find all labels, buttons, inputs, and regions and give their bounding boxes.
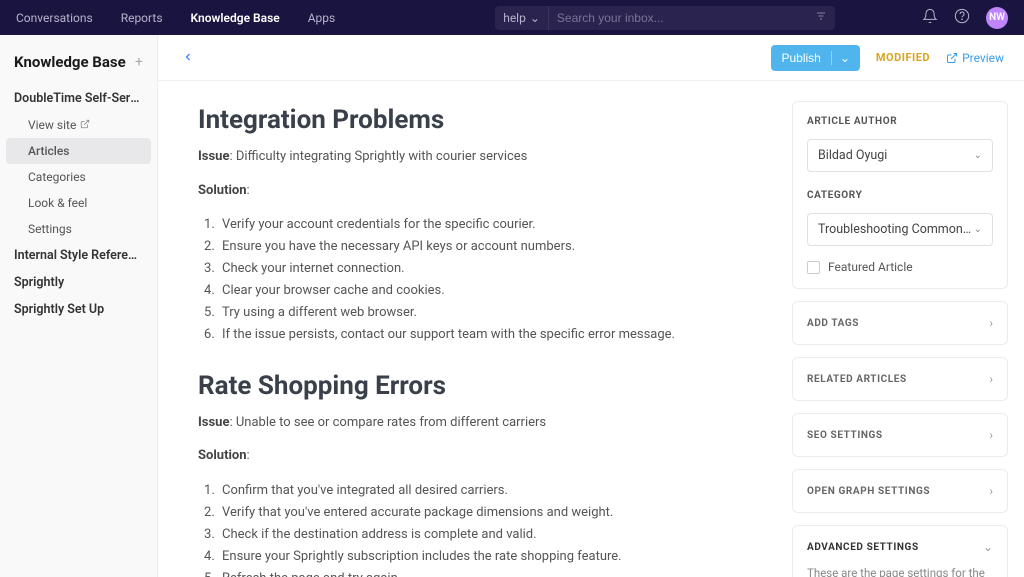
category-label: CATEGORY	[807, 190, 993, 201]
step: Verify that you've entered accurate pack…	[218, 502, 736, 524]
author-select[interactable]: Bildad Oyugi ⌄	[807, 139, 993, 172]
advanced-settings-card: ADVANCED SETTINGS ⌄ These are the page s…	[792, 525, 1008, 577]
author-value: Bildad Oyugi	[818, 148, 887, 163]
external-link-icon	[80, 119, 90, 132]
issue-line: Issue: Unable to see or compare rates fr…	[198, 413, 736, 433]
sidebar-item-sprightly-setup[interactable]: Sprightly Set Up	[0, 296, 157, 323]
chevron-down-icon: ⌄	[831, 51, 850, 65]
nav-reports[interactable]: Reports	[121, 11, 163, 25]
nav-apps[interactable]: Apps	[308, 11, 336, 25]
advanced-label: ADVANCED SETTINGS	[807, 542, 919, 553]
collapse-label: SEO SETTINGS	[807, 430, 883, 441]
collapse-related-articles[interactable]: RELATED ARTICLES ›	[792, 357, 1008, 401]
chevron-down-icon: ⌄	[974, 224, 982, 235]
featured-label: Featured Article	[828, 260, 913, 274]
chevron-down-icon: ⌄	[974, 150, 982, 161]
avatar[interactable]: NW	[986, 7, 1008, 29]
right-panel: ARTICLE AUTHOR Bildad Oyugi ⌄ CATEGORY T…	[776, 81, 1024, 577]
solution-line: Solution:	[198, 446, 736, 466]
sidebar-item-doubletime[interactable]: DoubleTime Self-Serve	[0, 85, 157, 112]
sidebar-item-sprightly[interactable]: Sprightly	[0, 269, 157, 296]
sidebar-item-internal-style[interactable]: Internal Style Reference ...	[0, 242, 157, 269]
author-card: ARTICLE AUTHOR Bildad Oyugi ⌄ CATEGORY T…	[792, 101, 1008, 289]
sidebar-sub-label: View site	[28, 118, 76, 132]
step: Ensure you have the necessary API keys o…	[218, 236, 736, 258]
search-container: help ⌄	[495, 6, 835, 30]
author-label: ARTICLE AUTHOR	[807, 116, 993, 127]
filter-icon[interactable]	[807, 10, 835, 25]
publish-button[interactable]: Publish ⌄	[771, 45, 859, 71]
step: Confirm that you've integrated all desir…	[218, 480, 736, 502]
preview-label: Preview	[962, 51, 1004, 65]
category-value: Troubleshooting Common Problems	[818, 222, 974, 237]
step: Try using a different web browser.	[218, 302, 736, 324]
step: Clear your browser cache and cookies.	[218, 280, 736, 302]
sidebar-sub-categories[interactable]: Categories	[0, 164, 157, 190]
step: Check your internet connection.	[218, 258, 736, 280]
article-editor[interactable]: Integration Problems Issue: Difficulty i…	[158, 81, 776, 577]
nav-conversations[interactable]: Conversations	[16, 11, 93, 25]
step: Refresh the page and try again.	[218, 568, 736, 577]
step: Check if the destination address is comp…	[218, 524, 736, 546]
sidebar-sub-settings[interactable]: Settings	[0, 216, 157, 242]
collapse-label: OPEN GRAPH SETTINGS	[807, 486, 930, 497]
chevron-right-icon: ›	[989, 316, 993, 330]
preview-link[interactable]: Preview	[946, 51, 1004, 65]
collapse-label: RELATED ARTICLES	[807, 374, 907, 385]
advanced-header[interactable]: ADVANCED SETTINGS ⌄	[807, 540, 993, 554]
chevron-right-icon: ›	[989, 428, 993, 442]
help-icon[interactable]	[954, 8, 970, 27]
nav-right: NW	[922, 7, 1008, 29]
plus-icon[interactable]: +	[135, 54, 143, 70]
featured-checkbox-row[interactable]: Featured Article	[807, 260, 993, 274]
sidebar-sub-viewsite[interactable]: View site	[0, 112, 157, 138]
section-heading: Rate Shopping Errors	[198, 371, 736, 401]
chevron-right-icon: ›	[989, 372, 993, 386]
nav-knowledge-base[interactable]: Knowledge Base	[191, 11, 280, 25]
back-button[interactable]	[178, 44, 198, 71]
advanced-desc: These are the page settings for the arti…	[807, 566, 993, 577]
chevron-down-icon: ⌄	[983, 540, 993, 554]
publish-label: Publish	[781, 51, 820, 65]
step: If the issue persists, contact our suppo…	[218, 324, 736, 346]
collapse-label: ADD TAGS	[807, 318, 859, 329]
category-select[interactable]: Troubleshooting Common Problems ⌄	[807, 213, 993, 246]
sidebar-sub-lookfeel[interactable]: Look & feel	[0, 190, 157, 216]
collapse-seo-settings[interactable]: SEO SETTINGS ›	[792, 413, 1008, 457]
chevron-down-icon: ⌄	[530, 11, 540, 25]
step: Ensure your Sprightly subscription inclu…	[218, 546, 736, 568]
solution-line: Solution:	[198, 181, 736, 201]
top-nav: Conversations Reports Knowledge Base App…	[0, 0, 1024, 35]
sidebar: Knowledge Base + DoubleTime Self-Serve V…	[0, 35, 158, 577]
bell-icon[interactable]	[922, 8, 938, 27]
steps-list: Confirm that you've integrated all desir…	[198, 480, 736, 577]
status-badge: MODIFIED	[876, 51, 930, 64]
search-scope-label: help	[503, 11, 526, 25]
sidebar-title: Knowledge Base	[14, 53, 126, 71]
sidebar-sub-articles[interactable]: Articles	[6, 138, 151, 164]
steps-list: Verify your account credentials for the …	[198, 214, 736, 347]
collapse-open-graph[interactable]: OPEN GRAPH SETTINGS ›	[792, 469, 1008, 513]
section-heading: Integration Problems	[198, 105, 736, 135]
collapse-add-tags[interactable]: ADD TAGS ›	[792, 301, 1008, 345]
search-scope-selector[interactable]: help ⌄	[495, 6, 549, 30]
checkbox-icon	[807, 261, 820, 274]
search-input[interactable]	[549, 11, 807, 25]
step: Verify your account credentials for the …	[218, 214, 736, 236]
chevron-right-icon: ›	[989, 484, 993, 498]
issue-line: Issue: Difficulty integrating Sprightly …	[198, 147, 736, 167]
action-bar: Publish ⌄ MODIFIED Preview	[158, 35, 1024, 81]
nav-links: Conversations Reports Knowledge Base App…	[16, 11, 335, 25]
